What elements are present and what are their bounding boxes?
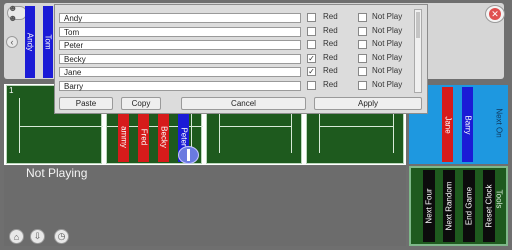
top-player-tag-andy[interactable]: Andy <box>25 6 35 78</box>
red-checkbox[interactable]: ✓ <box>307 54 316 63</box>
tool-button-label: Reset Clock <box>484 184 494 228</box>
next-on-player-name: Barry <box>463 114 472 135</box>
top-player-tag-tom[interactable]: Tom <box>43 6 53 78</box>
next-random-button[interactable]: Next Random <box>443 170 455 242</box>
player-name-input[interactable]: Peter <box>59 40 301 50</box>
not-play-label: Not Play <box>372 39 403 48</box>
not-play-label: Not Play <box>372 80 403 89</box>
close-icon[interactable]: ✕ <box>485 5 505 23</box>
top-player-name: Tom <box>43 34 53 50</box>
tools-label: Tools <box>494 189 504 209</box>
not-play-checkbox[interactable] <box>358 13 367 22</box>
not-play-checkbox[interactable] <box>358 54 367 63</box>
court-player-name: Becky <box>159 126 168 148</box>
player-name-input[interactable]: Jane <box>59 67 301 77</box>
court-number: 1 <box>9 86 14 95</box>
court-player-name: Fred <box>139 128 148 146</box>
red-checkbox[interactable] <box>307 13 316 22</box>
court-player-tag[interactable]: ammy <box>118 112 129 162</box>
court-player-tag[interactable]: Fred <box>138 112 149 162</box>
next-on-player-name: Jane <box>443 115 452 134</box>
not-play-checkbox[interactable] <box>358 67 367 76</box>
people-icon[interactable]: ☻☻ <box>7 3 27 23</box>
red-label: Red <box>323 66 338 75</box>
next-four-button[interactable]: Next Four <box>423 170 435 242</box>
not-playing-title: Not Playing <box>26 166 88 180</box>
red-label: Red <box>323 12 338 21</box>
paste-button[interactable]: Paste <box>59 97 113 110</box>
next-on-label: Next On <box>494 108 504 138</box>
list-scrollbar[interactable] <box>414 9 422 93</box>
red-checkbox[interactable]: ✓ <box>307 67 316 76</box>
not-play-label: Not Play <box>372 53 403 62</box>
not-play-label: Not Play <box>372 26 403 35</box>
copy-button[interactable]: Copy <box>121 97 161 110</box>
red-checkbox[interactable] <box>307 27 316 36</box>
top-player-name: Andy <box>25 32 35 52</box>
court-player-tag[interactable]: Becky <box>158 112 169 162</box>
apply-button[interactable]: Apply <box>314 97 422 110</box>
player-name-input[interactable]: Becky <box>59 54 301 64</box>
cancel-button[interactable]: Cancel <box>181 97 306 110</box>
not-play-checkbox[interactable] <box>358 27 367 36</box>
not-play-checkbox[interactable] <box>358 81 367 90</box>
red-checkbox[interactable] <box>307 81 316 90</box>
player-name-input[interactable]: Barry <box>59 81 301 91</box>
drag-handle-icon[interactable] <box>178 146 199 164</box>
scrollbar-thumb[interactable] <box>416 12 420 38</box>
tool-button-label: Next Random <box>444 181 454 231</box>
arrow-up-icon[interactable]: ⌂ <box>9 229 24 244</box>
court-player-name: ammy <box>119 126 128 148</box>
red-label: Red <box>323 26 338 35</box>
not-play-label: Not Play <box>372 66 403 75</box>
next-on-player-tag[interactable]: Barry <box>462 87 473 162</box>
player-edit-dialog: Andy Tom Peter Becky Jane Barry ✓ ✓ Red … <box>54 4 428 114</box>
arrow-down-icon[interactable]: ⇩ <box>30 229 45 244</box>
red-label: Red <box>323 80 338 89</box>
tool-button-label: Next Four <box>424 188 434 224</box>
reset-clock-button[interactable]: Reset Clock <box>483 170 495 242</box>
red-checkbox[interactable] <box>307 40 316 49</box>
next-on-player-tag[interactable]: Jane <box>442 87 453 162</box>
not-play-checkbox[interactable] <box>358 40 367 49</box>
chevron-left-icon[interactable]: ‹ <box>6 36 18 48</box>
red-label: Red <box>323 53 338 62</box>
tool-button-label: End Game <box>464 186 474 226</box>
player-name-input[interactable]: Andy <box>59 13 301 23</box>
not-play-label: Not Play <box>372 12 403 21</box>
timer-icon[interactable]: ◷ <box>54 229 69 244</box>
red-label: Red <box>323 39 338 48</box>
court-player-name: Peter <box>179 127 188 147</box>
end-game-button[interactable]: End Game <box>463 170 475 242</box>
player-name-input[interactable]: Tom <box>59 27 301 37</box>
